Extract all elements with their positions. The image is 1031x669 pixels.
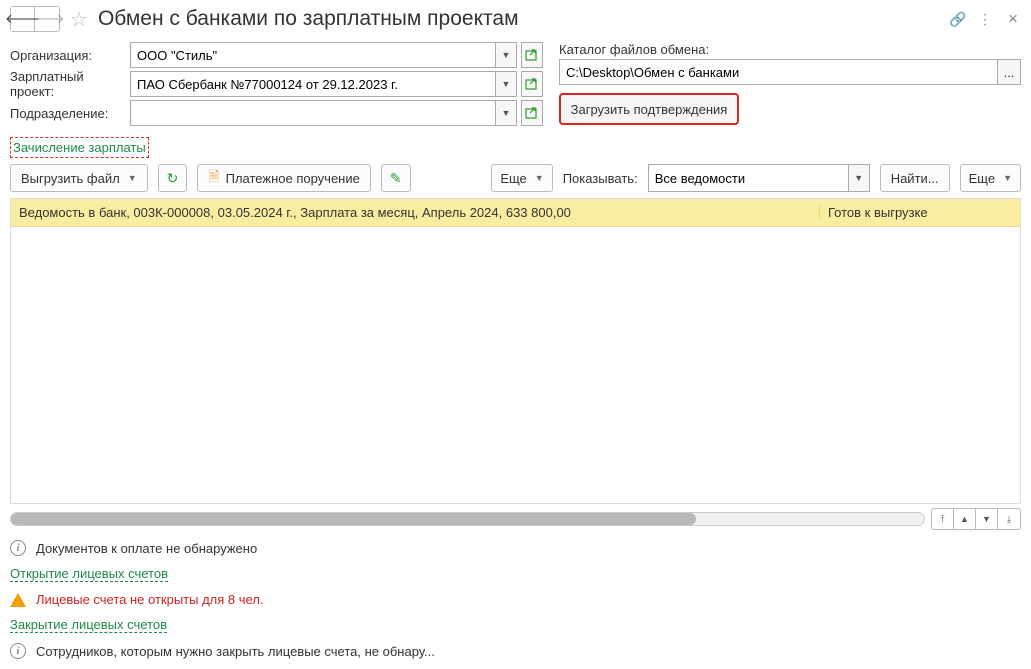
row-status: Готов к выгрузке — [820, 205, 1020, 220]
nav-buttons: 🡐 🡒 — [10, 6, 60, 32]
link-icon[interactable]: 🔗 — [949, 11, 965, 28]
favorite-star-icon[interactable]: ☆ — [70, 7, 88, 32]
close-icon[interactable]: × — [1005, 9, 1021, 29]
document-icon: 🗎 — [208, 166, 219, 190]
more-menu-icon[interactable]: ⋮ — [977, 11, 993, 28]
tab-salary-credit[interactable]: Зачисление зарплаты — [10, 137, 149, 158]
browse-path-button[interactable]: ... — [997, 59, 1021, 85]
salary-project-label: Зарплатный проект: — [10, 69, 130, 99]
payment-order-label: Платежное поручение — [226, 171, 360, 186]
open-accounts-link[interactable]: Открытие лицевых счетов — [10, 566, 168, 582]
payment-order-button[interactable]: 🗎 Платежное поручение — [197, 164, 371, 192]
grid-nav-up[interactable]: ▲ — [954, 509, 976, 529]
export-file-button[interactable]: Выгрузить файл ▼ — [10, 164, 148, 192]
no-docs-text: Документов к оплате не обнаружено — [36, 541, 257, 556]
chevron-down-icon: ▼ — [1003, 173, 1012, 183]
subdivision-input[interactable] — [130, 100, 495, 126]
grid-nav-down[interactable]: ▼ — [976, 509, 998, 529]
more-left-label: Еще — [500, 171, 526, 186]
forward-button[interactable]: 🡒 — [35, 7, 59, 31]
page-title: Обмен с банками по зарплатным проектам — [98, 7, 519, 31]
info-icon: i — [10, 540, 26, 556]
exchange-path-input[interactable] — [559, 59, 997, 85]
subdivision-open[interactable] — [521, 100, 543, 126]
toolbar: Выгрузить файл ▼ ↻ 🗎 Платежное поручение… — [10, 164, 1021, 192]
show-label: Показывать: — [563, 171, 638, 186]
refresh-icon: ↻ — [167, 170, 179, 187]
no-employees-text: Сотрудников, которым нужно закрыть лицев… — [36, 644, 435, 659]
info-icon: i — [10, 643, 26, 659]
horizontal-scrollbar[interactable] — [10, 512, 925, 526]
show-filter-input[interactable] — [648, 164, 848, 192]
load-confirmations-button[interactable]: Загрузить подтверждения — [559, 93, 739, 125]
salary-project-open[interactable] — [521, 71, 543, 97]
accounts-warning-text: Лицевые счета не открыты для 8 чел. — [36, 592, 264, 607]
show-filter-dropdown[interactable]: ▼ — [848, 164, 870, 192]
chevron-down-icon: ▼ — [535, 173, 544, 183]
open-icon — [525, 107, 539, 119]
organization-dropdown[interactable]: ▼ — [495, 42, 517, 68]
table-row[interactable]: Ведомость в банк, 003К-000008, 03.05.202… — [11, 199, 1020, 227]
chevron-down-icon: ▼ — [128, 173, 137, 183]
open-icon — [525, 49, 539, 61]
edit-button[interactable]: ✎ — [381, 164, 411, 192]
grid-nav-last[interactable]: ⤓ — [998, 509, 1020, 529]
salary-project-input[interactable] — [130, 71, 495, 97]
close-accounts-link[interactable]: Закрытие лицевых счетов — [10, 617, 167, 633]
grid-body — [11, 227, 1020, 503]
grid-nav-1: ⤒ ▲ ▼ ⤓ — [931, 508, 1021, 530]
organization-label: Организация: — [10, 48, 130, 63]
pencil-icon: ✎ — [390, 170, 402, 187]
window-header: 🡐 🡒 ☆ Обмен с банками по зарплатным прое… — [10, 6, 1021, 32]
organization-open[interactable] — [521, 42, 543, 68]
export-file-label: Выгрузить файл — [21, 171, 120, 186]
salary-project-dropdown[interactable]: ▼ — [495, 71, 517, 97]
subdivision-dropdown[interactable]: ▼ — [495, 100, 517, 126]
row-text: Ведомость в банк, 003К-000008, 03.05.202… — [11, 205, 820, 220]
exchange-catalog-label: Каталог файлов обмена: — [559, 42, 1021, 57]
more-left-button[interactable]: Еще ▼ — [491, 164, 552, 192]
open-icon — [525, 78, 539, 90]
grid: Ведомость в банк, 003К-000008, 03.05.202… — [10, 198, 1021, 504]
form-left: Организация: ▼ Зарплатный проект: ▼ Подр… — [10, 42, 543, 129]
grid-nav-first[interactable]: ⤒ — [932, 509, 954, 529]
more-right-label: Еще — [969, 171, 995, 186]
subdivision-label: Подразделение: — [10, 106, 130, 121]
refresh-button[interactable]: ↻ — [158, 164, 188, 192]
find-button[interactable]: Найти... — [880, 164, 950, 192]
scrollbar-thumb[interactable] — [11, 513, 696, 525]
more-right-button[interactable]: Еще ▼ — [960, 164, 1021, 192]
form-right: Каталог файлов обмена: ... Загрузить под… — [559, 42, 1021, 129]
organization-input[interactable] — [130, 42, 495, 68]
warning-icon — [10, 593, 26, 607]
